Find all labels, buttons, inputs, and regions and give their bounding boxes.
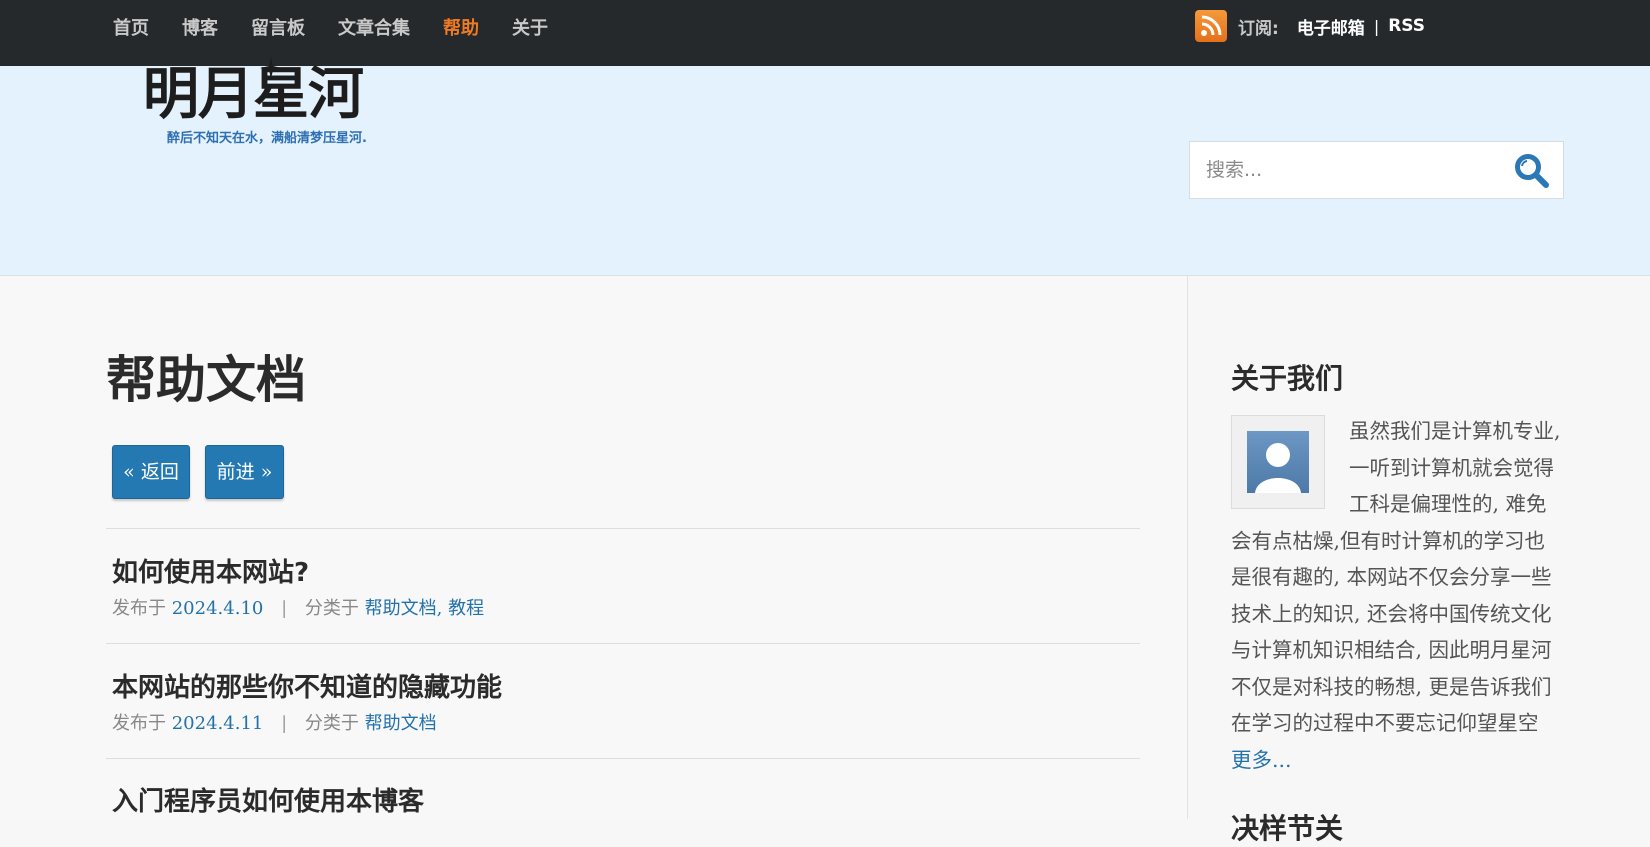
category-separator: , (436, 598, 443, 619)
about-more-link[interactable]: 更多... (1231, 748, 1292, 772)
post-title-text: 入门程序员如何使用本博客 (112, 787, 425, 817)
post-title-2[interactable]: 本网站的那些你不知道的隐藏功能 (112, 667, 502, 704)
nav-item-blog[interactable]: 博客 (182, 14, 218, 40)
sidebar-about-title: 关于我们 (1231, 362, 1344, 395)
post-date-link[interactable]: 2024.4.11 (172, 713, 264, 734)
nav-item-guestbook[interactable]: 留言板 (251, 14, 305, 40)
page-title: 帮助文档 (106, 351, 306, 409)
search-box (1189, 141, 1564, 199)
post-divider (106, 758, 1140, 759)
top-nav-bar: 首页 博客 留言板 文章合集 帮助 关于 订阅: 电子邮箱 | RSS (0, 0, 1650, 66)
search-icon[interactable] (1513, 152, 1551, 190)
post-meta-1: 发布于 2024.4.10 | 分类于 帮助文档, 教程 (112, 594, 484, 620)
post-category-link[interactable]: 帮助文档 (365, 598, 437, 619)
post-title-1[interactable]: 如何使用本网站? (112, 552, 309, 589)
search-input[interactable] (1190, 142, 1500, 198)
subscribe-email-link[interactable]: 电子邮箱 (1297, 14, 1365, 39)
sidebar-about-text: 虽然我们是计算机专业, 一听到计算机就会觉得工科是偏理性的, 难免会有点枯燥,但… (1231, 413, 1561, 778)
subscribe-label: 订阅: (1238, 18, 1279, 39)
post-title-text: 如何使用本网站? (112, 558, 310, 588)
nav-item-articles[interactable]: 文章合集 (338, 14, 410, 40)
rss-icon[interactable] (1195, 10, 1227, 42)
subscribe-separator: | (1373, 16, 1380, 36)
post-category-prefix: 分类于 (304, 598, 359, 619)
back-button[interactable]: « 返回 (112, 445, 190, 499)
nav-item-home[interactable]: 首页 (113, 14, 149, 40)
post-title-text: 本网站的那些你不知道的隐藏功能 (112, 673, 503, 703)
star-icon (260, 57, 282, 79)
meta-separator: | (281, 598, 288, 619)
subscribe-rss-link[interactable]: RSS (1388, 16, 1425, 36)
post-category-link[interactable]: 帮助文档 (365, 713, 437, 734)
post-divider (106, 528, 1140, 529)
post-meta-2: 发布于 2024.4.11 | 分类于 帮助文档 (112, 709, 437, 735)
post-category-prefix: 分类于 (304, 713, 359, 734)
meta-separator: | (281, 713, 288, 734)
sidebar-next-title: 决样节关 (1231, 812, 1344, 845)
subscribe-bar: 订阅: 电子邮箱 | RSS (1195, 10, 1425, 42)
post-divider (106, 643, 1140, 644)
logo-tagline: 醉后不知天在水，满船清梦压星河. (167, 131, 367, 146)
post-date-link[interactable]: 2024.4.10 (172, 598, 264, 619)
post-title-3[interactable]: 入门程序员如何使用本博客 (112, 781, 424, 818)
forward-button[interactable]: 前进 » (205, 445, 284, 499)
nav-item-help[interactable]: 帮助 (443, 14, 479, 40)
post-published-prefix: 发布于 (112, 598, 166, 619)
site-logo[interactable]: 明月星河 醉后不知天在水，满船清梦压星河. (143, 57, 413, 163)
post-published-prefix: 发布于 (112, 713, 166, 734)
nav-item-about[interactable]: 关于 (512, 14, 548, 40)
main-nav: 首页 博客 留言板 文章合集 帮助 关于 (113, 0, 581, 54)
post-category-link-tutorial[interactable]: 教程 (448, 598, 484, 619)
